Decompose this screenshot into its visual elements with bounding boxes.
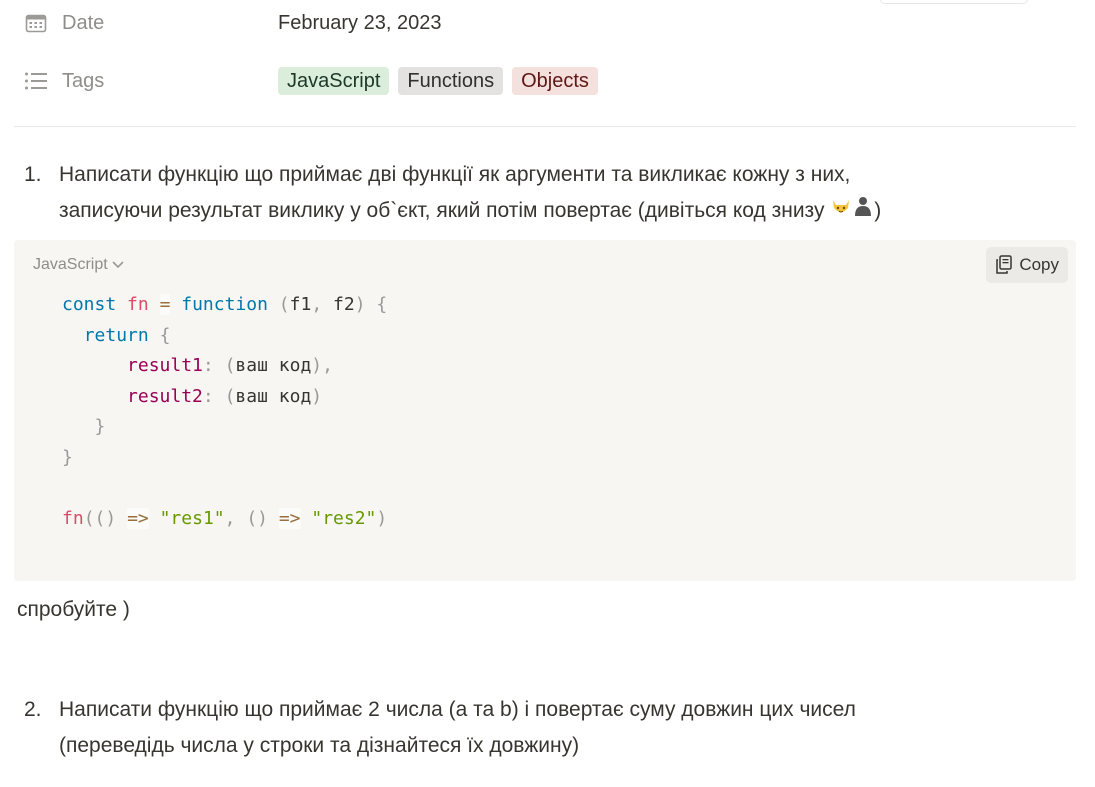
- copy-button[interactable]: Copy: [986, 247, 1068, 283]
- code-block[interactable]: JavaScript Copy const fn = function (f1,…: [14, 240, 1076, 581]
- list-text-line: Написати функцію що приймає 2 числа (a т…: [59, 698, 856, 721]
- list-text-line: (переведідь числа у строки та дізнайтеся…: [59, 734, 580, 757]
- tag-chip[interactable]: JavaScript: [278, 67, 390, 95]
- tags-label: Tags: [62, 69, 105, 92]
- list-number: 2.: [24, 698, 42, 721]
- code-content[interactable]: const fn = function (f1, f2) { return { …: [62, 290, 387, 534]
- copy-label: Copy: [1019, 255, 1059, 274]
- date-value[interactable]: February 23, 2023: [278, 12, 441, 35]
- property-tags[interactable]: Tags JavaScript Functions Objects: [24, 64, 598, 98]
- paragraph-text: спробуйте ): [17, 598, 130, 621]
- list-text-line: Написати функцію що приймає дві функції …: [59, 163, 851, 186]
- person-silhouette-icon: [852, 193, 874, 229]
- list-icon: [24, 71, 48, 91]
- language-label: JavaScript: [33, 256, 108, 273]
- chevron-down-icon: [112, 261, 124, 269]
- tag-chip[interactable]: Objects: [512, 67, 598, 95]
- cat-face-icon: [830, 193, 852, 229]
- language-selector[interactable]: JavaScript: [33, 256, 124, 274]
- list-number: 1.: [24, 163, 42, 186]
- tag-chip[interactable]: Functions: [398, 67, 504, 95]
- copy-icon: [996, 255, 1013, 274]
- property-field-top[interactable]: [880, 0, 1028, 4]
- calendar-icon: [24, 13, 48, 33]
- divider: [14, 126, 1076, 127]
- list-text-line: записуючи результат виклику у об`єкт, як…: [59, 193, 1039, 229]
- date-label: Date: [62, 11, 105, 34]
- tags-list[interactable]: JavaScript Functions Objects: [278, 67, 598, 95]
- property-date[interactable]: Date February 23, 2023: [24, 6, 441, 40]
